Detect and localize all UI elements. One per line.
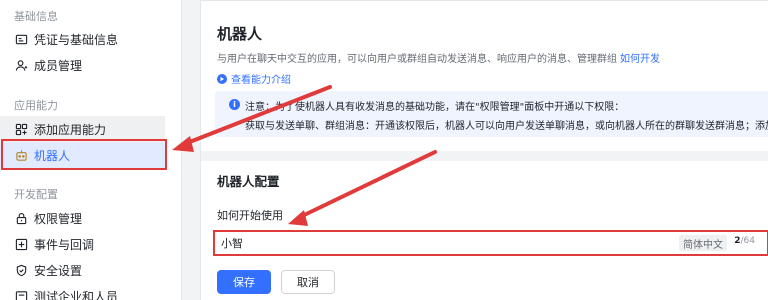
credential-icon xyxy=(14,32,28,46)
char-count-max: /64 xyxy=(740,236,755,246)
sidebar-item-label: 凭证与基础信息 xyxy=(34,32,119,47)
sidebar-item-security[interactable]: 安全设置 xyxy=(0,257,165,283)
main-panel: 机器人 与用户在聊天中交互的应用，可以向用户或群组自动发送消息、响应用户的消息、… xyxy=(200,0,768,300)
robot-name-field: 简体中文 2/64 xyxy=(213,230,768,256)
language-tag[interactable]: 简体中文 xyxy=(679,235,727,251)
sidebar-item-members[interactable]: 成员管理 xyxy=(0,52,165,78)
user-icon xyxy=(14,58,28,72)
cancel-button[interactable]: 取消 xyxy=(281,270,335,294)
sidebar-item-label: 权限管理 xyxy=(34,211,83,226)
shield-icon xyxy=(14,263,28,277)
sidebar-group-title: 开发配置 xyxy=(14,188,58,201)
sidebar-item-permissions[interactable]: 权限管理 xyxy=(0,205,165,231)
how-to-develop-link[interactable]: 如何开发 xyxy=(620,54,660,65)
sidebar-item-label: 成员管理 xyxy=(34,58,83,73)
play-icon xyxy=(217,73,227,84)
notice-line-2: 获取与发送单聊、群组消息：开通该权限后，机器人可以向用户发送单聊消息，或向机器人… xyxy=(245,121,768,132)
sidebar-item-label: 安全设置 xyxy=(34,263,83,278)
sidebar-item-label: 测试企业和人员 xyxy=(34,289,119,300)
sidebar-item-events[interactable]: 事件与回调 xyxy=(0,231,165,257)
capability-link-label: 查看能力介绍 xyxy=(231,75,291,86)
highlight-box xyxy=(1,139,167,170)
sidebar-group-title: 应用能力 xyxy=(14,99,58,112)
notice-line-1: 注意：为了使机器人具有收发消息的基础功能，请在"权限管理"面板中开通以下权限： xyxy=(245,102,625,113)
page-description: 与用户在聊天中交互的应用，可以向用户或群组自动发送消息、响应用户的消息、管理群组… xyxy=(217,50,660,65)
info-icon: i xyxy=(229,99,240,110)
permission-notice: i 注意：为了使机器人具有收发消息的基础功能，请在"权限管理"面板中开通以下权限… xyxy=(215,91,768,137)
sidebar-item-label: 添加应用能力 xyxy=(34,122,107,137)
lock-icon xyxy=(14,211,28,225)
event-icon xyxy=(14,237,28,251)
config-section-title: 机器人配置 xyxy=(217,174,280,189)
how-to-start-label: 如何开始使用 xyxy=(217,209,283,222)
grid-plus-icon xyxy=(14,122,28,136)
capability-intro-link[interactable]: 查看能力介绍 xyxy=(217,71,291,86)
sidebar-item-credentials[interactable]: 凭证与基础信息 xyxy=(0,26,165,52)
sidebar-group-title: 基础信息 xyxy=(14,10,58,23)
test-icon xyxy=(14,289,28,300)
char-counter: 2/64 xyxy=(734,236,755,246)
page-title: 机器人 xyxy=(217,25,263,43)
save-button[interactable]: 保存 xyxy=(217,270,271,294)
sidebar-item-test[interactable]: 测试企业和人员 xyxy=(0,283,165,300)
sidebar: 基础信息 凭证与基础信息 成员管理 应用能力 添加应用能力 机器人 开发配置 权… xyxy=(0,0,182,300)
section-divider xyxy=(201,151,768,161)
robot-name-input[interactable] xyxy=(221,235,671,251)
description-text: 与用户在聊天中交互的应用，可以向用户或群组自动发送消息、响应用户的消息、管理群组 xyxy=(217,54,617,65)
sidebar-item-label: 事件与回调 xyxy=(34,237,95,252)
app-root: 基础信息 凭证与基础信息 成员管理 应用能力 添加应用能力 机器人 开发配置 权… xyxy=(0,0,768,300)
